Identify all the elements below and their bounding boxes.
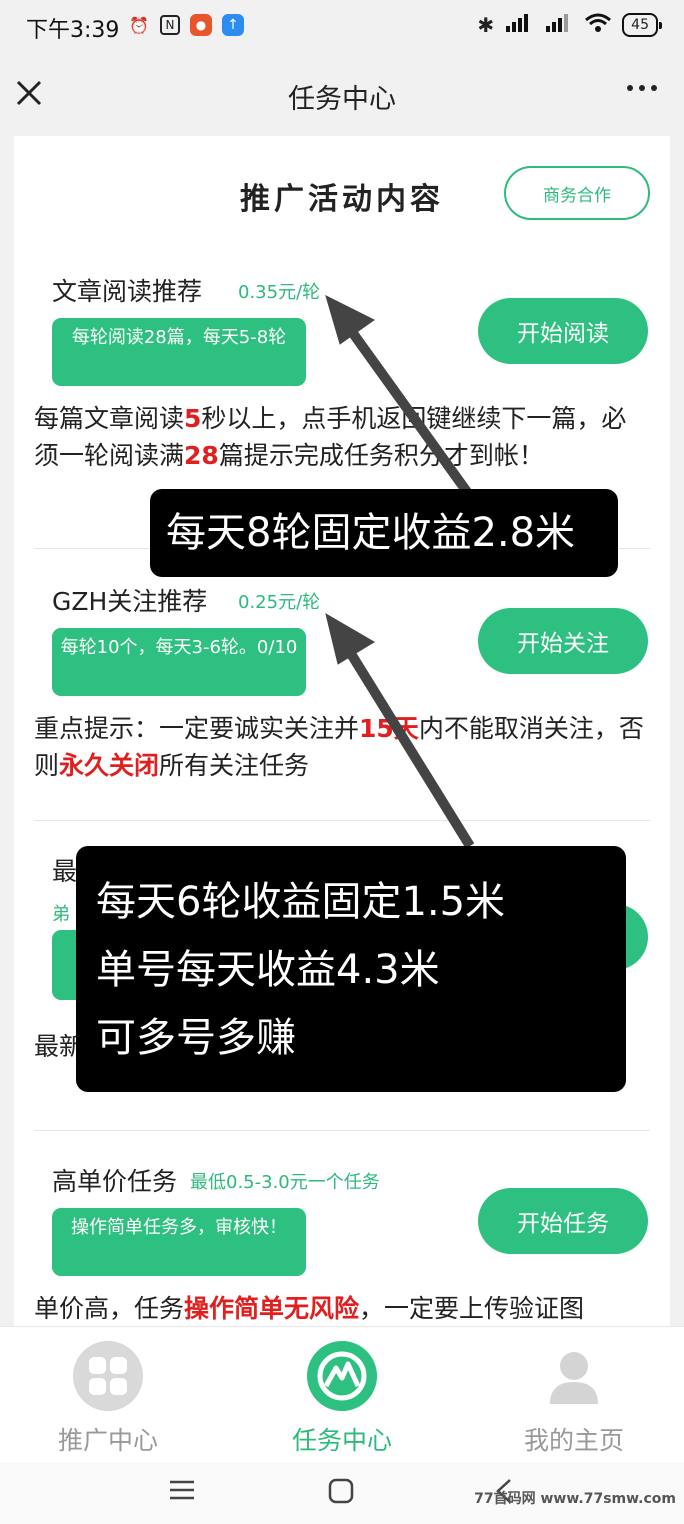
highlight-text: 永久关闭 — [59, 751, 160, 780]
section-price: 0.35元/轮 — [238, 282, 321, 303]
highlight-text: 5 — [184, 404, 202, 433]
earnings-overlay-1: 每天8轮固定收益2.8米 — [150, 489, 618, 577]
highlight-text: 28 — [184, 441, 219, 470]
tab-my-home[interactable]: 我的主页 — [494, 1341, 654, 1457]
section-description: 重点提示：一定要诚实关注并15天内不能取消关注，否则永久关闭所有关注任务 — [34, 710, 644, 784]
section-tag: 每轮阅读28篇，每天5-8轮 — [52, 318, 306, 386]
description-text: 每篇文章阅读 — [34, 404, 185, 433]
tab-label: 推广中心 — [57, 1426, 158, 1455]
section-tag: 操作简单任务多，审核快！ — [52, 1208, 306, 1276]
tab-label: 任务中心 — [291, 1426, 392, 1455]
page-title: 任务中心 — [288, 84, 396, 115]
highlight-text: 15天 — [359, 714, 419, 743]
watermark: 77首码网 www.77smw.com — [474, 1491, 676, 1507]
highlight-text: 操作简单无风险 — [184, 1294, 360, 1323]
battery-indicator: 45 — [622, 13, 662, 37]
tab-task-center[interactable]: 任务中心 — [262, 1341, 422, 1457]
notification-icons: ⏰ N ● ↑ — [128, 14, 244, 36]
section-description: 每篇文章阅读5秒以上，点手机返回键继续下一篇，必须一轮阅读满28篇提示完成任务积… — [34, 400, 644, 474]
overlay-line: 可多号多赚 — [96, 1015, 296, 1061]
grid-icon — [73, 1341, 143, 1411]
section-title: 最 — [52, 857, 78, 886]
status-bar: 下午3:39 ⏰ N ● ↑ ✱ 45 — [0, 0, 684, 56]
system-navigation-bar: 77首码网 www.77smw.com — [0, 1462, 684, 1524]
description-text: 重点提示：一定要诚实关注并 — [34, 714, 360, 743]
business-cooperation-button[interactable]: 商务合作 — [504, 166, 650, 220]
wifi-icon — [584, 12, 612, 38]
alarm-icon: ⏰ — [129, 15, 149, 35]
earnings-overlay-2: 每天6轮收益固定1.5米 单号每天收益4.3米 可多号多赚 — [76, 846, 626, 1092]
description-text: 所有关注任务 — [159, 751, 310, 780]
title-bar: 任务中心 — [0, 56, 684, 136]
upload-icon: ↑ — [222, 14, 244, 36]
app-notification-icon: ● — [190, 14, 212, 36]
nfc-icon: N — [160, 15, 180, 35]
section-tag: 每轮10个，每天3-6轮。0/10 — [52, 628, 306, 696]
section-price: 0.25元/轮 — [238, 592, 321, 613]
divider — [34, 1130, 650, 1131]
bluetooth-icon: ✱ — [477, 13, 495, 37]
section-title: 高单价任务 — [52, 1167, 178, 1196]
description-text: 单价高，任务 — [34, 1294, 185, 1323]
section-price: 弟 — [52, 904, 70, 925]
overlay-line: 每天6轮收益固定1.5米 — [96, 879, 506, 925]
menu-icon[interactable] — [168, 1478, 196, 1509]
tab-promotion-center[interactable]: 推广中心 — [28, 1341, 188, 1457]
section-title: GZH关注推荐 — [52, 587, 208, 616]
divider — [34, 820, 650, 821]
home-icon[interactable] — [328, 1478, 354, 1511]
signal-icon-2 — [544, 12, 574, 38]
start-reading-button[interactable]: 开始阅读 — [478, 298, 648, 364]
section-price: 最低0.5-3.0元一个任务 — [190, 1172, 380, 1193]
description-text: 篇提示完成任务积分才到帐！ — [218, 441, 544, 470]
mountain-icon — [307, 1341, 377, 1411]
promotion-card: 推广活动内容 商务合作 文章阅读推荐 0.35元/轮 每轮阅读28篇，每天5-8… — [14, 136, 670, 1326]
status-time: 下午3:39 — [26, 18, 120, 43]
overlay-text: 每天8轮固定收益2.8米 — [166, 510, 576, 556]
tab-label: 我的主页 — [523, 1426, 624, 1455]
overlay-line: 单号每天收益4.3米 — [96, 947, 440, 993]
bottom-tab-bar: 推广中心 任务中心 我的主页 — [0, 1326, 684, 1462]
person-icon — [539, 1341, 609, 1411]
system-icons: ✱ 45 — [477, 12, 662, 38]
start-task-button[interactable]: 开始任务 — [478, 1188, 648, 1254]
more-icon[interactable] — [624, 72, 660, 110]
signal-icon — [504, 12, 534, 38]
start-follow-button[interactable]: 开始关注 — [478, 608, 648, 674]
description-text: ，一定要上传验证图 — [359, 1294, 585, 1323]
section-description: 单价高，任务操作简单无风险，一定要上传验证图 — [34, 1290, 644, 1326]
section-title: 文章阅读推荐 — [52, 277, 203, 306]
